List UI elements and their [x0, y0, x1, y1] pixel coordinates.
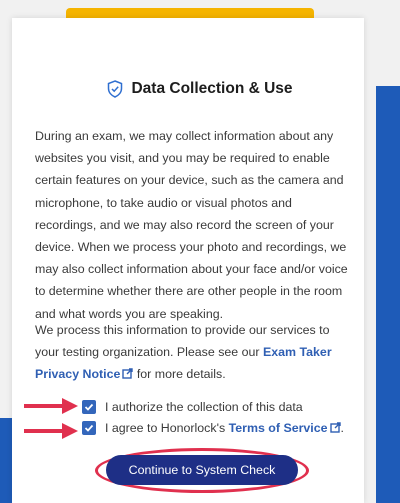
checkmark-icon [84, 424, 94, 432]
external-link-icon [329, 422, 341, 433]
privacy-paragraph: We process this information to provide o… [35, 319, 351, 386]
annotation-arrow-icon [24, 398, 78, 414]
authorize-collection-label: I authorize the collection of this data [105, 400, 303, 414]
privacy-paragraph-tail: for more details. [133, 367, 226, 382]
dialog-header: Data Collection & Use [0, 80, 400, 98]
authorize-collection-row: I authorize the collection of this data [82, 400, 303, 414]
background-blue-panel-right [376, 86, 400, 503]
checkmark-icon [84, 403, 94, 411]
terms-of-service-link[interactable]: Terms of Service [229, 421, 341, 435]
dialog-title: Data Collection & Use [131, 80, 293, 97]
shield-check-icon [107, 80, 123, 98]
collection-description: During an exam, we may collect informati… [35, 129, 348, 321]
authorize-collection-checkbox[interactable] [82, 400, 96, 414]
annotation-arrow-icon [24, 423, 78, 439]
continue-to-system-check-button[interactable]: Continue to System Check [106, 455, 298, 485]
terms-agreement-row: I agree to Honorlock's Terms of Service. [82, 421, 344, 435]
terms-agreement-label: I agree to Honorlock's Terms of Service. [105, 421, 344, 435]
terms-agreement-checkbox[interactable] [82, 421, 96, 435]
external-link-icon [122, 364, 134, 380]
